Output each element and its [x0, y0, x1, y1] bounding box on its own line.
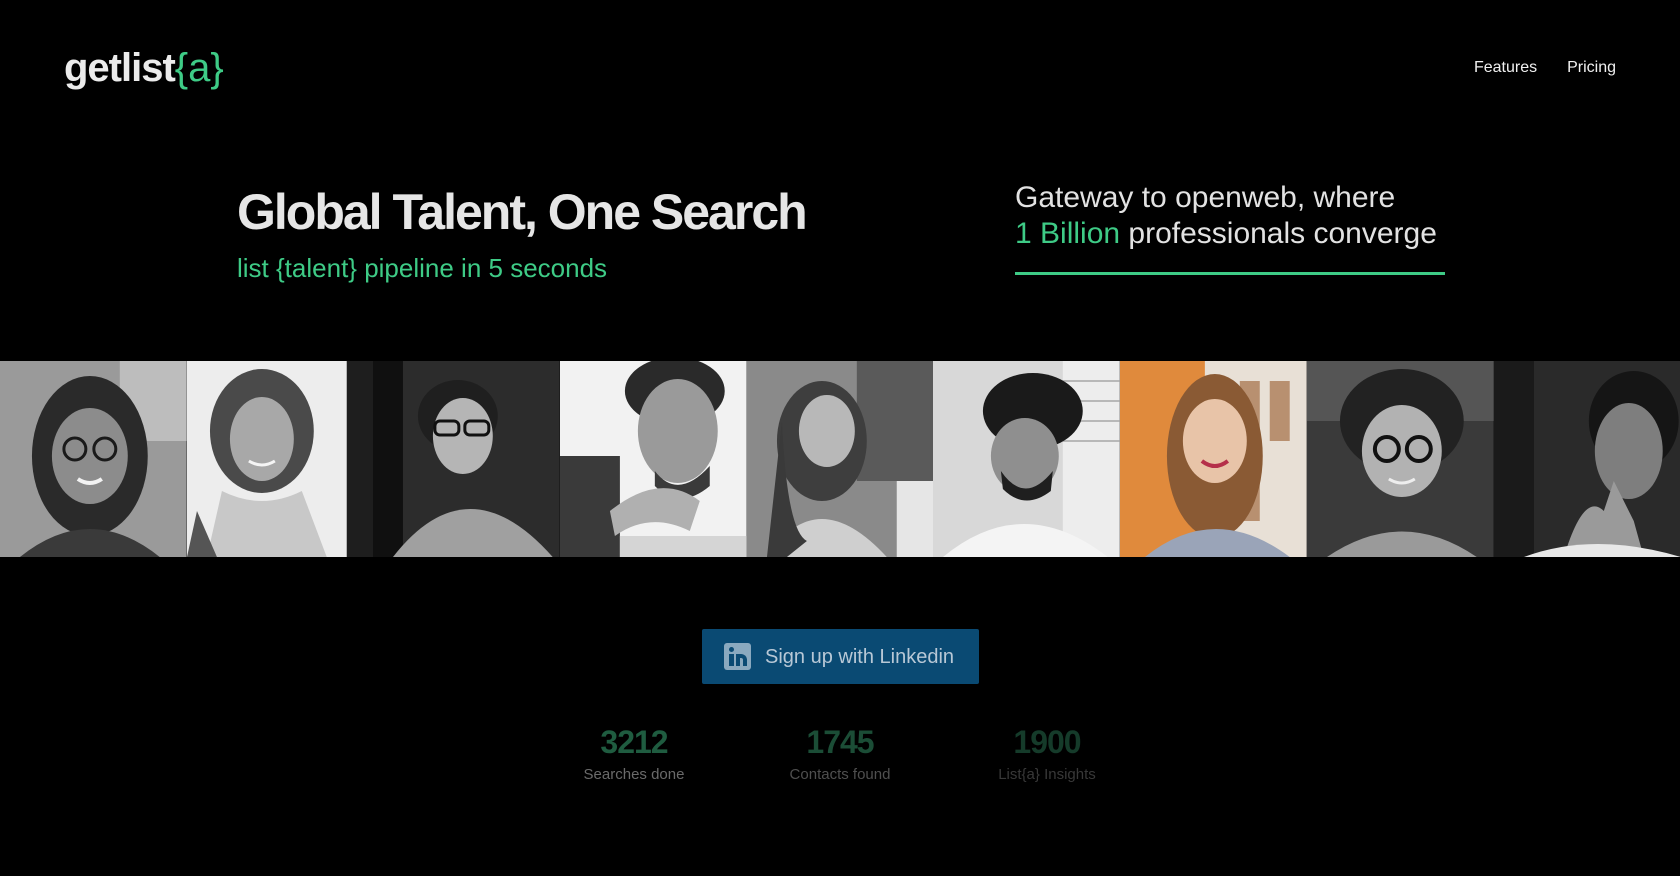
linkedin-signup-label: Sign up with Linkedin	[765, 645, 955, 668]
stat-insights: 1900 List{a} Insights	[957, 722, 1137, 786]
person-photo	[746, 361, 934, 557]
main-nav: Features Pricing	[1474, 56, 1616, 80]
stat-label: Searches done	[583, 766, 685, 783]
stat-label: Contacts found	[789, 766, 891, 783]
gateway-tagline: Gateway to openweb, where 1 Billion prof…	[1015, 180, 1445, 275]
site-header: getlist{a} Features Pricing	[0, 0, 1680, 140]
person-photo	[0, 361, 187, 557]
gateway-highlight: 1 Billion	[1015, 217, 1121, 250]
stat-searches: 3212 Searches done	[544, 722, 724, 786]
stat-value: 1745	[806, 724, 874, 760]
photo-strip	[0, 361, 1680, 557]
person-photo	[373, 361, 561, 557]
nav-features-link[interactable]: Features	[1474, 56, 1537, 80]
stat-label: List{a} Insights	[998, 766, 1096, 783]
nav-pricing-link[interactable]: Pricing	[1567, 56, 1616, 80]
landing-page: getlist{a} Features Pricing Global Talen…	[0, 0, 1680, 876]
gateway-line-2-rest: professionals converge	[1120, 217, 1437, 250]
brand-accent: {a}	[174, 46, 224, 90]
gateway-line-1: Gateway to openweb, where	[1015, 181, 1396, 214]
person-photo	[560, 361, 747, 557]
person-photo	[1120, 361, 1307, 557]
hero-subtitle: list {talent} pipeline in 5 seconds	[237, 253, 608, 283]
person-photo	[933, 361, 1121, 557]
gateway-line-2: 1 Billion professionals converge	[1015, 216, 1445, 252]
linkedin-icon	[724, 643, 751, 670]
brand-name: getlist	[64, 46, 176, 90]
stat-contacts: 1745 Contacts found	[750, 722, 930, 786]
brand-logo[interactable]: getlist{a}	[64, 44, 224, 92]
stat-value: 3212	[600, 724, 668, 760]
person-photo	[1306, 361, 1494, 557]
stats-row: 3212 Searches done 1745 Contacts found 1…	[0, 722, 1680, 792]
person-photo	[186, 361, 374, 557]
stat-value: 1900	[1013, 724, 1081, 760]
hero-title: Global Talent, One Search	[237, 184, 808, 240]
linkedin-signup-button[interactable]: Sign up with Linkedin	[702, 629, 979, 684]
person-photo	[1493, 361, 1680, 557]
